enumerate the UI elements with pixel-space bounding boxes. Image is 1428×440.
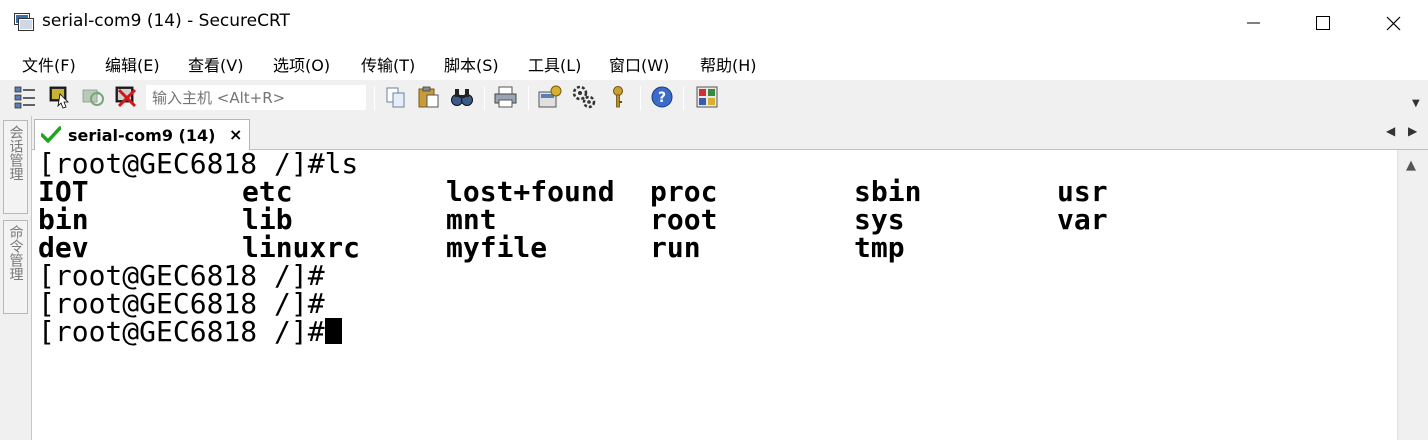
ls-entry: tmp: [854, 231, 905, 264]
tab-scroll-left-icon[interactable]: ◀: [1386, 124, 1395, 138]
menu-help[interactable]: 帮助(H): [700, 52, 757, 76]
command-manager-label: 命令管理: [7, 225, 24, 281]
session-tab[interactable]: serial-com9 (14) ×: [34, 119, 250, 150]
tab-close-icon[interactable]: ×: [229, 125, 242, 144]
securecrt-app-icon: [14, 13, 34, 31]
copy-icon[interactable]: [383, 84, 409, 110]
maximize-icon: [1316, 16, 1330, 30]
menu-tools[interactable]: 工具(L): [528, 52, 581, 76]
ls-entry: root: [650, 203, 718, 236]
terminal-scrollbar[interactable]: ▲: [1397, 150, 1428, 440]
close-button[interactable]: [1358, 0, 1428, 46]
find-icon[interactable]: [449, 84, 475, 110]
disconnect-icon[interactable]: [113, 84, 139, 110]
keymap-icon[interactable]: [694, 84, 720, 110]
menu-file[interactable]: 文件(F): [22, 52, 76, 76]
ls-entry: proc: [650, 175, 718, 208]
minimize-button[interactable]: [1218, 0, 1288, 46]
minimize-icon: [1247, 22, 1260, 24]
ls-entry: etc: [242, 175, 293, 208]
toolbar-separator: [374, 86, 375, 110]
menu-window[interactable]: 窗口(W): [609, 52, 669, 76]
menu-script[interactable]: 脚本(S): [444, 52, 499, 76]
ls-entry: run: [650, 231, 701, 264]
svg-text:?: ?: [658, 90, 666, 106]
ls-entry: myfile: [446, 231, 548, 264]
ls-entry: mnt: [446, 203, 497, 236]
terminal-active-line: [root@GEC6818 /]#: [38, 318, 342, 346]
toolbar-separator: [683, 86, 684, 110]
ls-entry: sbin: [854, 175, 922, 208]
session-tab-label: serial-com9 (14): [68, 126, 216, 145]
ls-entry: lost+found: [446, 175, 615, 208]
help-icon[interactable]: ?: [649, 84, 675, 110]
menu-options[interactable]: 选项(O): [273, 52, 330, 76]
session-manager-label: 会话管理: [7, 125, 24, 181]
maximize-button[interactable]: [1288, 0, 1358, 46]
connect-icon[interactable]: [12, 84, 38, 110]
side-panel: 会话管理 命令管理: [0, 116, 32, 440]
session-options-icon[interactable]: [537, 84, 563, 110]
ls-entry: dev: [38, 231, 89, 264]
menu-edit[interactable]: 编辑(E): [105, 52, 160, 76]
ls-entry: var: [1057, 203, 1108, 236]
print-icon[interactable]: [493, 84, 519, 110]
menu-view[interactable]: 查看(V): [188, 52, 243, 76]
toolbar-separator: [640, 86, 641, 110]
connected-check-icon: [41, 126, 61, 143]
menu-bar: 文件(F) 编辑(E) 查看(V) 选项(O) 传输(T) 脚本(S) 工具(L…: [0, 46, 1428, 80]
toolbar: ? ▼: [0, 80, 1428, 116]
toolbar-separator: [484, 86, 485, 110]
text-cursor: [324, 318, 342, 344]
global-options-icon[interactable]: [571, 84, 597, 110]
toolbar-overflow-icon[interactable]: ▼: [1412, 98, 1420, 109]
ls-entry: linuxrc: [242, 231, 361, 264]
terminal-prompt-line: [root@GEC6818 /]#: [38, 287, 325, 320]
terminal-prompt-line: [root@GEC6818 /]#: [38, 259, 325, 292]
tab-scroll-right-icon[interactable]: ▶: [1408, 124, 1417, 138]
key-icon[interactable]: [605, 84, 631, 110]
terminal-output[interactable]: [root@GEC6818 /]#ls IOT etc lost+found p…: [33, 150, 1397, 440]
session-manager-tab[interactable]: 会话管理: [3, 120, 28, 214]
ls-entry: IOT: [38, 175, 89, 208]
ls-entry: sys: [854, 203, 905, 236]
paste-icon[interactable]: [416, 84, 442, 110]
window-title: serial-com9 (14) - SecureCRT: [42, 11, 290, 31]
reconnect-icon[interactable]: [80, 84, 106, 110]
close-icon: [1386, 16, 1401, 31]
title-bar[interactable]: serial-com9 (14) - SecureCRT: [0, 0, 1428, 46]
ls-entry: bin: [38, 203, 89, 236]
quick-connect-icon[interactable]: [46, 84, 72, 110]
toolbar-separator: [528, 86, 529, 110]
menu-transfer[interactable]: 传输(T): [361, 52, 415, 76]
session-tab-bar: serial-com9 (14) × ◀ ▶: [32, 116, 1428, 150]
ls-entry: lib: [242, 203, 293, 236]
host-input[interactable]: [146, 85, 366, 110]
command-manager-tab[interactable]: 命令管理: [3, 220, 28, 314]
scroll-up-icon[interactable]: ▲: [1406, 158, 1416, 173]
ls-entry: usr: [1057, 175, 1108, 208]
terminal-command-line: [root@GEC6818 /]#ls: [38, 150, 359, 180]
terminal-active-prompt: [root@GEC6818 /]#: [38, 315, 325, 348]
